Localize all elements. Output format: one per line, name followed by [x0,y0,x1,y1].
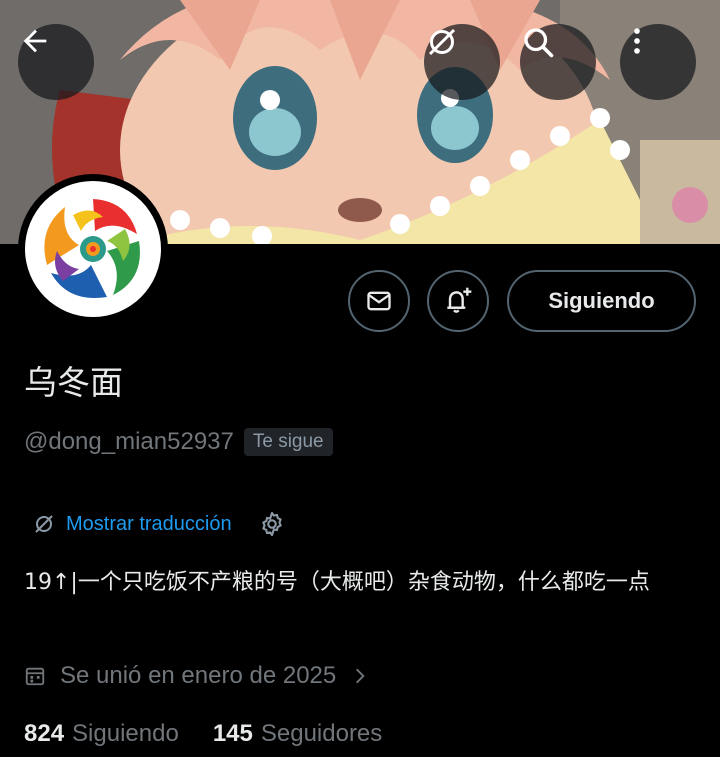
followers-count: 145 [212,720,253,747]
follows-you-badge: Te sigue [243,428,333,456]
arrow-left-icon [23,29,47,53]
more-vertical-icon [634,28,640,54]
calendar-icon [25,667,45,686]
following-button[interactable]: Siguiendo [507,270,696,332]
show-translation-label: Mostrar traducción [66,512,232,535]
message-button[interactable] [348,270,410,332]
translate-slash-icon [428,28,456,56]
avatar-logo-image [44,199,140,298]
gear-icon[interactable] [258,510,286,538]
notifications-button[interactable] [427,270,489,332]
profile-bio: 19↑|一个只吃饭不产粮的号（大概吧）杂食动物，什么都吃一点 [24,570,650,595]
following-label: Siguiendo [72,720,179,747]
translate-slash-icon [35,515,53,533]
following-stat[interactable]: 824 Siguiendo [24,720,179,748]
search-button[interactable] [520,24,596,100]
chevron-right-icon[interactable] [350,666,370,686]
display-name: 乌冬面 [24,363,123,402]
search-icon [524,28,554,58]
username-handle: @dong_mian52937 [24,428,234,455]
bell-plus-icon [447,287,472,313]
back-button[interactable] [18,24,94,100]
envelope-icon [367,291,391,311]
profile-avatar[interactable] [18,174,168,324]
more-options-button[interactable] [620,24,696,100]
show-translation-link[interactable]: Mostrar traducción [32,512,232,536]
translate-row: Mostrar traducción [32,510,286,538]
followers-stat[interactable]: 145 Seguidores [213,720,382,748]
following-count: 824 [24,720,65,747]
joined-date: Se unió en enero de 2025 [60,662,337,689]
joined-date-row: Se unió en enero de 2025 [24,662,370,690]
handle-row: @dong_mian52937 Te sigue [24,428,333,456]
follow-stats: 824 Siguiendo 145 Seguidores [24,720,416,748]
translate-toggle-button[interactable] [424,24,500,100]
followers-label: Seguidores [260,720,383,747]
